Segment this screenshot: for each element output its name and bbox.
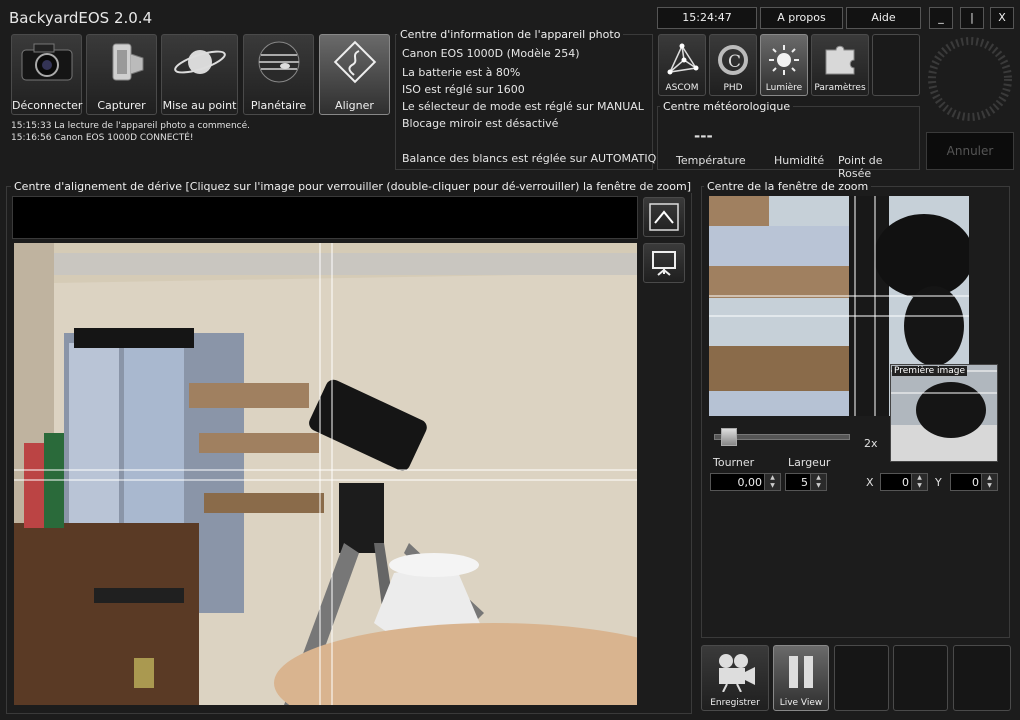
dial-icon <box>926 34 1014 124</box>
align-label: Aligner <box>335 99 374 112</box>
weather-title: Centre météorologique <box>660 100 794 113</box>
phd-label: PHD <box>723 83 743 93</box>
width-input[interactable]: 5 ▲ ▼ <box>785 473 827 491</box>
temperature-label: Température <box>676 154 746 167</box>
presentation-icon <box>644 244 684 282</box>
align-button[interactable]: Aligner <box>319 34 390 115</box>
record-label: Enregistrer <box>710 698 760 708</box>
rotate-value: 0,00 <box>737 476 763 489</box>
restore-button[interactable]: | <box>960 7 984 29</box>
film-roll-icon <box>87 39 156 85</box>
x-stepper[interactable]: ▲ ▼ <box>911 474 927 490</box>
scroll-up-button[interactable] <box>643 197 685 237</box>
disconnect-button[interactable]: Déconnecter <box>11 34 82 115</box>
pause-icon <box>774 650 828 694</box>
light-icon <box>761 39 807 81</box>
temperature-value: --- <box>694 127 713 145</box>
record-button[interactable]: Enregistrer <box>701 645 769 711</box>
phd-button[interactable]: C PHD <box>709 34 757 96</box>
empty-bottom-slot <box>834 645 889 711</box>
empty-tool-slot <box>872 34 920 96</box>
first-image-thumbnail[interactable]: Première image <box>890 364 998 462</box>
app-title: BackyardEOS 2.0.4 <box>9 9 153 27</box>
focus-label: Mise au point <box>162 99 237 112</box>
zoom-level: 2x <box>864 437 878 450</box>
x-label: X <box>866 476 874 489</box>
humidity-label: Humidité <box>774 154 825 167</box>
camera-info-panel: Canon EOS 1000D (Modèle 254) La batterie… <box>395 34 671 170</box>
zoom-title: Centre de la fenêtre de zoom <box>704 180 872 193</box>
first-image-label: Première image <box>892 366 968 376</box>
weather-panel: --- Température Humidité Point de Rosée <box>657 106 920 180</box>
battery-status: La batterie est à 80% <box>402 66 521 79</box>
light-button[interactable]: Lumière <box>760 34 808 96</box>
disconnect-label: Déconnecter <box>12 99 83 112</box>
light-label: Lumière <box>765 83 803 93</box>
rotate-input[interactable]: 0,00 ▲ ▼ <box>710 473 781 491</box>
x-value: 0 <box>902 476 909 489</box>
log-line: 15:15:33 La lecture de l'appareil photo … <box>11 121 251 131</box>
camera-icon <box>12 39 81 85</box>
live-image[interactable] <box>14 243 637 705</box>
align-icon <box>320 39 389 85</box>
dew-point-label: Point de Rosée <box>838 154 883 180</box>
width-label: Largeur <box>788 456 831 469</box>
settings-label: Paramètres <box>814 83 866 93</box>
capture-button[interactable]: Capturer <box>86 34 157 115</box>
zoom-slider-thumb[interactable] <box>720 428 737 446</box>
mode-status: Le sélecteur de mode est réglé sur MANUA… <box>402 100 644 113</box>
capture-label: Capturer <box>97 99 146 112</box>
jupiter-icon <box>244 39 313 85</box>
x-input[interactable]: 0 ▲ ▼ <box>880 473 928 491</box>
live-view-label: Live View <box>779 698 823 708</box>
log-line: 15:16:56 Canon EOS 1000D CONNECTÉ! <box>11 133 194 143</box>
white-balance-status: Balance des blancs est réglée sur AUTOMA… <box>402 152 672 165</box>
empty-bottom-slot <box>953 645 1011 711</box>
drift-align-title: Centre d'alignement de dérive [Cliquez s… <box>11 180 694 193</box>
empty-bottom-slot <box>893 645 948 711</box>
movie-camera-icon <box>702 650 768 694</box>
camera-info-title: Centre d'information de l'appareil photo <box>397 28 624 41</box>
zoom-slider-track[interactable] <box>714 428 850 446</box>
drift-info-box <box>12 196 638 239</box>
chevron-up-icon <box>644 198 684 236</box>
ascom-label: ASCOM <box>665 83 699 93</box>
iso-status: ISO est réglé sur 1600 <box>402 83 525 96</box>
about-button[interactable]: A propos <box>760 7 843 29</box>
puzzle-icon <box>812 39 868 81</box>
clock: 15:24:47 <box>657 7 757 29</box>
svg-text:C: C <box>728 52 741 72</box>
mirror-lock-status: Blocage miroir est désactivé <box>402 117 559 130</box>
minimize-button[interactable]: _ <box>929 7 953 29</box>
planet-ring-icon <box>162 39 237 85</box>
rotate-label: Tourner <box>713 456 755 469</box>
help-button[interactable]: Aide <box>846 7 921 29</box>
camera-model: Canon EOS 1000D (Modèle 254) <box>402 47 580 60</box>
cancel-button[interactable]: Annuler <box>926 132 1014 170</box>
width-stepper[interactable]: ▲ ▼ <box>810 474 826 490</box>
phd-icon: C <box>710 39 756 81</box>
y-input[interactable]: 0 ▲ ▼ <box>950 473 998 491</box>
settings-button[interactable]: Paramètres <box>811 34 869 96</box>
ascom-button[interactable]: ASCOM <box>658 34 706 96</box>
ascom-icon <box>659 39 705 81</box>
planetary-button[interactable]: Planétaire <box>243 34 314 115</box>
y-label: Y <box>935 476 942 489</box>
rotate-stepper[interactable]: ▲ ▼ <box>764 474 780 490</box>
live-view-button[interactable]: Live View <box>773 645 829 711</box>
width-value: 5 <box>801 476 808 489</box>
close-button[interactable]: X <box>990 7 1014 29</box>
planetary-label: Planétaire <box>250 99 307 112</box>
y-value: 0 <box>972 476 979 489</box>
presentation-button[interactable] <box>643 243 685 283</box>
y-stepper[interactable]: ▲ ▼ <box>981 474 997 490</box>
focus-button[interactable]: Mise au point <box>161 34 238 115</box>
